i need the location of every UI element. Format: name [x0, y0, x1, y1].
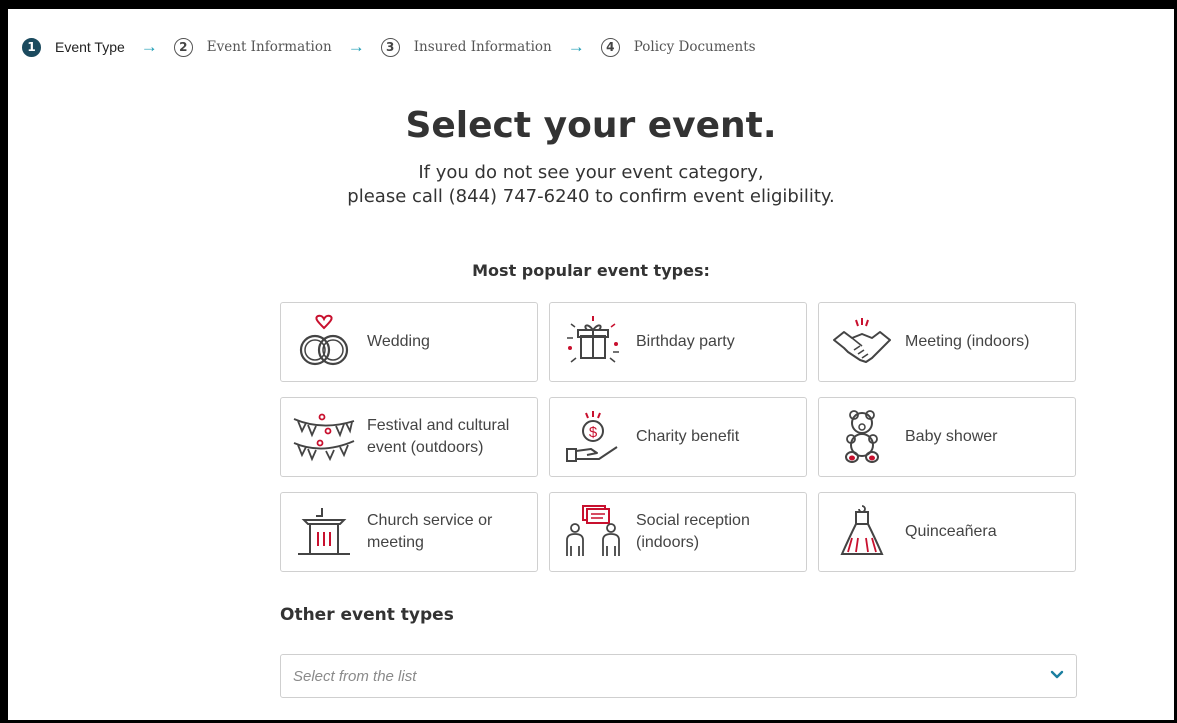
- wedding-rings-icon: [289, 312, 359, 372]
- arrow-right-icon: →: [347, 37, 365, 56]
- step-number: 4: [600, 37, 620, 57]
- event-type-grid: Wedding Birthday party Meeting (indoors)…: [280, 302, 1076, 572]
- people-chat-icon: [558, 502, 628, 562]
- event-card-label: Quinceañera: [905, 523, 997, 540]
- event-card-social-reception[interactable]: Social reception (indoors): [549, 492, 807, 572]
- event-card-wedding[interactable]: Wedding: [280, 302, 538, 382]
- dress-icon: [827, 502, 897, 562]
- event-card-baby-shower[interactable]: Baby shower: [818, 397, 1076, 477]
- popular-heading: Most popular event types:: [472, 261, 710, 280]
- svg-text:$: $: [589, 424, 598, 441]
- step-label: Policy Documents: [633, 39, 756, 55]
- select-placeholder: Select from the list: [293, 667, 417, 685]
- event-card-label: Meeting (indoors): [905, 333, 1030, 350]
- progress-stepper: 1 Event Type → 2 Event Information → 3 I…: [22, 37, 756, 57]
- event-card-label: Wedding: [367, 333, 430, 350]
- subtitle-line-1: If you do not see your event category,: [418, 162, 764, 183]
- event-card-church-service[interactable]: Church service or meeting: [280, 492, 538, 572]
- step-number: 3: [380, 37, 400, 57]
- step-insured-information[interactable]: 3 Insured Information: [380, 37, 552, 57]
- event-card-meeting-indoors[interactable]: Meeting (indoors): [818, 302, 1076, 382]
- event-card-label: Social reception (indoors): [636, 512, 750, 551]
- step-label: Event Type: [55, 39, 125, 55]
- pulpit-icon: [289, 502, 359, 562]
- step-number: 1: [22, 37, 41, 57]
- event-card-label: Festival and cultural event (outdoors): [367, 417, 510, 456]
- step-label: Insured Information: [413, 39, 552, 55]
- bunting-icon: [289, 407, 359, 467]
- page: 1 Event Type → 2 Event Information → 3 I…: [8, 9, 1174, 720]
- teddy-bear-icon: [827, 407, 897, 467]
- other-event-types-heading: Other event types: [280, 605, 454, 625]
- event-card-label: Charity benefit: [636, 428, 740, 445]
- event-card-label: Birthday party: [636, 333, 735, 350]
- chevron-down-icon: [1050, 667, 1064, 685]
- other-event-type-select[interactable]: Select from the list: [280, 654, 1077, 698]
- step-event-type[interactable]: 1 Event Type: [22, 37, 125, 57]
- gift-icon: [558, 312, 628, 372]
- handshake-icon: [827, 312, 897, 372]
- event-card-quinceanera[interactable]: Quinceañera: [818, 492, 1076, 572]
- arrow-right-icon: →: [140, 37, 158, 56]
- event-card-birthday-party[interactable]: Birthday party: [549, 302, 807, 382]
- arrow-right-icon: →: [567, 37, 585, 56]
- event-card-label: Baby shower: [905, 428, 998, 445]
- page-title: Select your event.: [405, 105, 777, 146]
- step-number: 2: [173, 37, 193, 57]
- step-event-information[interactable]: 2 Event Information: [173, 37, 332, 57]
- step-policy-documents[interactable]: 4 Policy Documents: [600, 37, 756, 57]
- event-card-festival-cultural[interactable]: Festival and cultural event (outdoors): [280, 397, 538, 477]
- event-card-label: Church service or meeting: [367, 512, 493, 551]
- step-label: Event Information: [206, 39, 332, 55]
- subtitle-line-2: please call (844) 747-6240 to confirm ev…: [347, 186, 835, 207]
- event-card-charity-benefit[interactable]: $ Charity benefit: [549, 397, 807, 477]
- donation-hand-icon: $: [558, 407, 628, 467]
